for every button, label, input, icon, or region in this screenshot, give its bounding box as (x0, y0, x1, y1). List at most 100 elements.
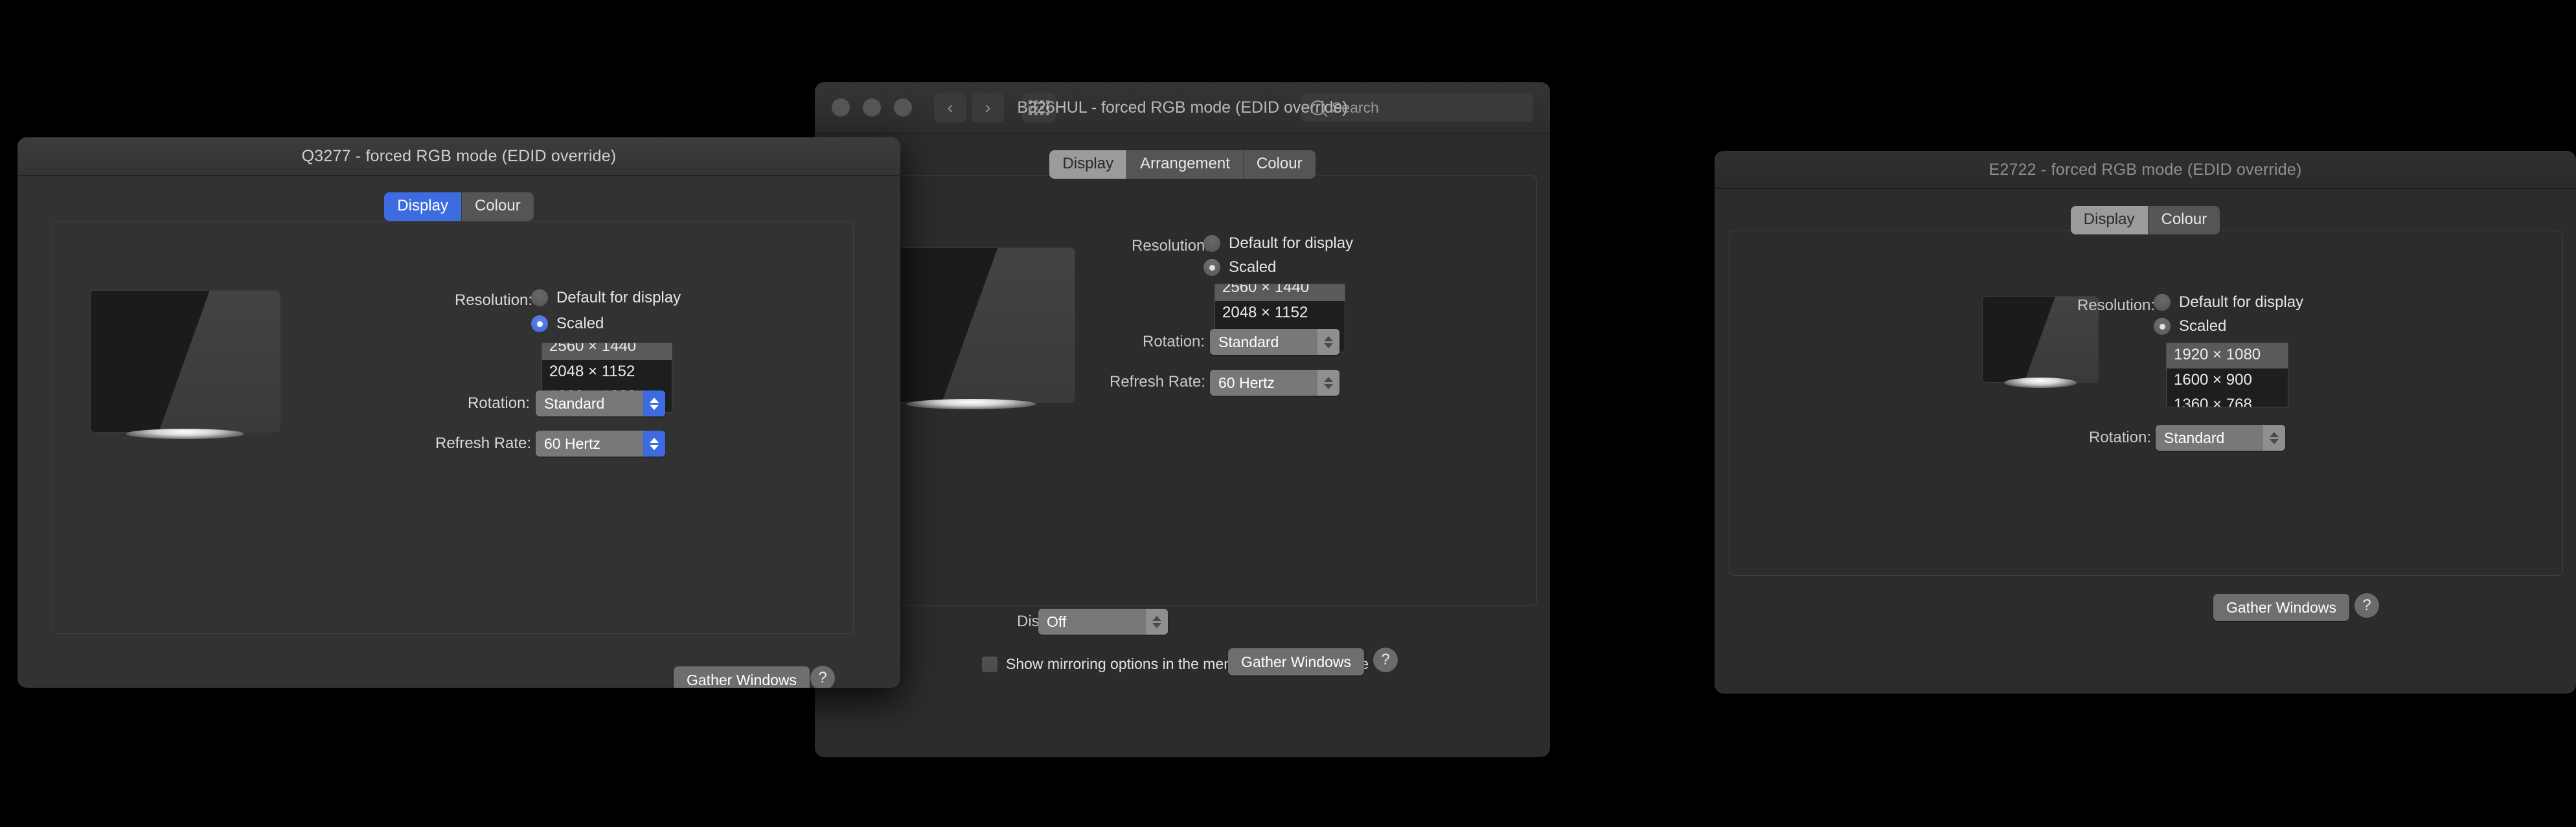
rotation-row-q3277: Rotation: (468, 394, 530, 413)
monitor-stand (2004, 378, 2077, 388)
rotation-popup-b326hul[interactable]: Standard (1210, 329, 1339, 355)
window-e2722[interactable]: E2722 - forced RGB mode (EDID override) … (1715, 151, 2576, 694)
resolution-label: Resolution: (455, 291, 533, 309)
minimize-button[interactable] (863, 98, 881, 117)
radio-scaled[interactable] (2154, 318, 2171, 335)
resolution-item[interactable]: 2048 × 1152 (1215, 301, 1345, 326)
radio-scaled[interactable] (531, 315, 548, 332)
rotation-popup-e2722[interactable]: Standard (2156, 425, 2285, 451)
close-button[interactable] (832, 98, 850, 117)
back-button[interactable]: ‹ (934, 93, 966, 122)
radio-scaled-row-b326hul[interactable]: Scaled (1203, 258, 1276, 277)
rotation-stepper[interactable] (2263, 425, 2285, 451)
gather-windows-button-q3277[interactable]: Gather Windows (674, 666, 810, 688)
gather-windows-button-e2722[interactable]: Gather Windows (2213, 594, 2350, 621)
question-mark-icon: ? (2362, 596, 2371, 614)
resolution-list-e2722[interactable]: 1920 × 1080 1600 × 900 1360 × 768 1280 ×… (2166, 343, 2288, 407)
refresh-rate-value: 60 Hertz (1218, 374, 1275, 391)
rotation-stepper[interactable] (643, 391, 665, 416)
refresh-popup-b326hul[interactable]: 60 Hertz (1210, 370, 1339, 396)
tab-colour[interactable]: Colour (462, 192, 534, 221)
mirroring-checkbox[interactable] (982, 656, 997, 672)
refresh-stepper[interactable] (1317, 370, 1339, 396)
display-groupbox (1729, 231, 2563, 576)
rotation-popup-q3277[interactable]: Standard (536, 391, 665, 416)
window-body-q3277: Display Colour Resolution: Default for d… (17, 176, 900, 688)
tab-display[interactable]: Display (1049, 150, 1128, 179)
tab-display[interactable]: Display (2070, 206, 2149, 234)
search-field[interactable]: Search (1301, 93, 1533, 122)
display-popup[interactable]: Off (1038, 609, 1168, 635)
segmented-tabs[interactable]: Display Colour (2070, 206, 2220, 234)
radio-default-for-display[interactable] (2154, 294, 2171, 311)
desktop-background: E2722 - forced RGB mode (EDID override) … (0, 0, 2576, 827)
display-stepper[interactable] (1146, 609, 1168, 635)
titlebar-e2722[interactable]: E2722 - forced RGB mode (EDID override) (1715, 151, 2576, 189)
zoom-button[interactable] (894, 98, 912, 117)
titlebar-q3277[interactable]: Q3277 - forced RGB mode (EDID override) (17, 137, 900, 176)
refresh-stepper[interactable] (643, 431, 665, 457)
resolution-item[interactable]: 1360 × 768 (2167, 393, 2288, 407)
tab-colour[interactable]: Colour (2148, 206, 2220, 234)
resolution-item[interactable]: 1600 × 900 (2167, 368, 2288, 394)
refresh-popup-q3277[interactable]: 60 Hertz (536, 431, 665, 457)
search-placeholder: Search (1332, 98, 1379, 116)
resolution-item[interactable]: 2048 × 1152 (542, 360, 672, 385)
forward-button[interactable]: › (972, 93, 1004, 122)
rotation-stepper[interactable] (1317, 329, 1339, 355)
rotation-value: Standard (1218, 333, 1279, 350)
rotation-label: Rotation: (2089, 429, 2152, 446)
help-button-q3277[interactable]: ? (810, 666, 835, 688)
show-all-button[interactable] (1022, 93, 1056, 122)
monitor-panel (90, 290, 280, 433)
refresh-rate-label: Refresh Rate: (435, 435, 532, 452)
radio-default-row-q3277[interactable]: Default for display (531, 289, 681, 307)
display-value: Off (1047, 613, 1067, 630)
toolbar-b326hul[interactable]: ‹ › B326HUL - forced RGB mode (EDID over… (815, 82, 1550, 133)
rotation-value: Standard (544, 394, 605, 412)
segmented-tabs[interactable]: Display Arrangement Colour (1049, 150, 1316, 179)
chevron-up-icon (2270, 431, 2279, 437)
gather-windows-button-b326hul[interactable]: Gather Windows (1228, 648, 1365, 675)
resolution-item[interactable]: 2560 × 1440 (542, 343, 672, 360)
resolution-label: Resolution: (1132, 237, 1210, 255)
radio-default-label: Default for display (2179, 293, 2304, 311)
tab-display[interactable]: Display (384, 192, 462, 221)
chevron-down-icon (1152, 622, 1161, 628)
window-q3277[interactable]: Q3277 - forced RGB mode (EDID override) … (17, 137, 900, 688)
radio-default-label: Default for display (556, 289, 681, 306)
tab-arrangement[interactable]: Arrangement (1127, 150, 1244, 179)
radio-default-row-b326hul[interactable]: Default for display (1203, 234, 1353, 253)
resolution-row: Resolution: (1132, 237, 1209, 255)
window-b326hul[interactable]: ‹ › B326HUL - forced RGB mode (EDID over… (815, 82, 1550, 757)
radio-default-for-display[interactable] (531, 289, 548, 306)
chevron-up-icon (650, 437, 659, 443)
window-title: E2722 - forced RGB mode (EDID override) (1989, 160, 2302, 179)
radio-default-row-e2722[interactable]: Default for display (2154, 293, 2303, 312)
rotation-label: Rotation: (1143, 333, 1205, 350)
resolution-item[interactable]: 1920 × 1080 (2167, 343, 2288, 368)
segmented-tabs[interactable]: Display Colour (384, 192, 534, 221)
radio-scaled-label: Scaled (1229, 258, 1277, 276)
navigation-buttons[interactable]: ‹ › (934, 93, 1004, 122)
radio-scaled-row-q3277[interactable]: Scaled (531, 315, 604, 333)
tab-colour[interactable]: Colour (1243, 150, 1316, 179)
resolution-item[interactable]: 2560 × 1440 (1215, 284, 1345, 301)
refresh-row-b326hul: Refresh Rate: (1110, 373, 1205, 391)
show-all-grid-icon (1029, 100, 1049, 115)
help-button-b326hul[interactable]: ? (1373, 648, 1398, 672)
search-icon (1310, 100, 1325, 115)
resolution-row: Resolution: (2077, 297, 2155, 315)
radio-scaled-row-e2722[interactable]: Scaled (2154, 317, 2226, 335)
chevron-up-icon (1324, 335, 1333, 341)
resolution-row: Resolution: (455, 291, 532, 310)
gather-windows-label: Gather Windows (2226, 598, 2337, 616)
resolution-label: Resolution: (2077, 297, 2156, 314)
window-controls[interactable] (832, 98, 912, 117)
help-button-e2722[interactable]: ? (2354, 593, 2379, 618)
monitor-gloss (159, 291, 280, 432)
gather-windows-label: Gather Windows (1241, 653, 1352, 670)
radio-default-for-display[interactable] (1203, 235, 1220, 252)
rotation-row-e2722: Rotation: (2089, 429, 2151, 447)
radio-scaled[interactable] (1203, 259, 1220, 276)
